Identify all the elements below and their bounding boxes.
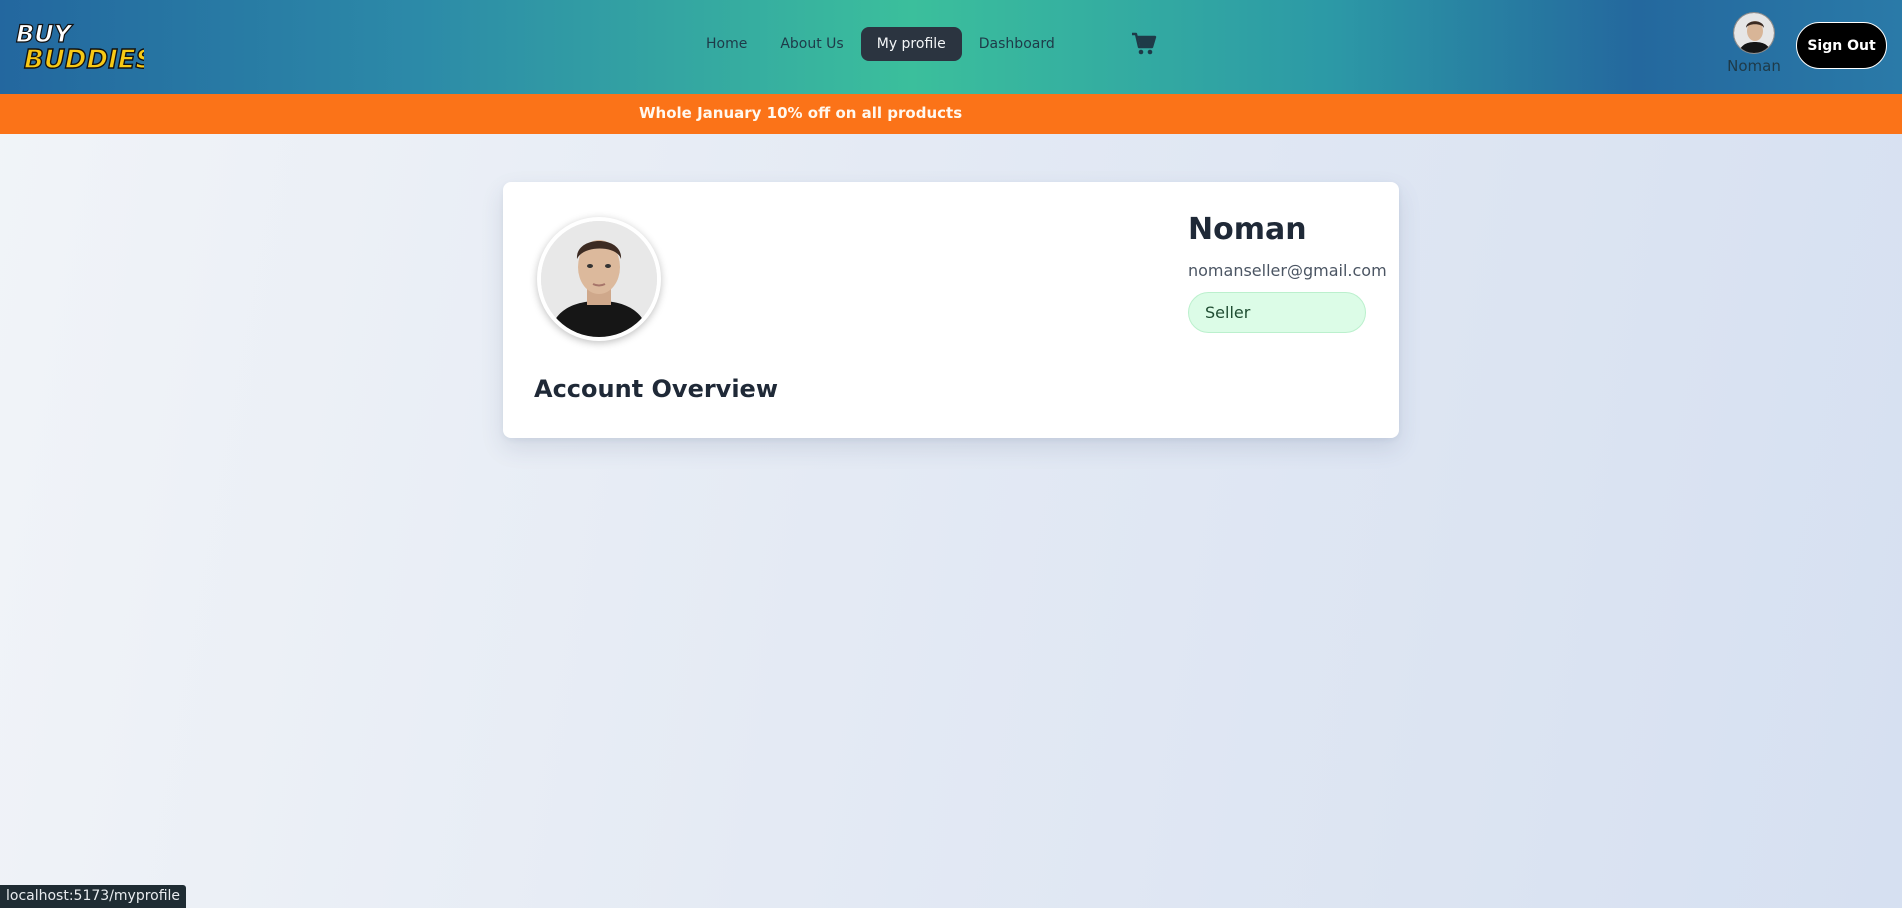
profile-card: Account Overview Noman nomanseller@gmail…: [503, 182, 1399, 438]
browser-status-url: localhost:5173/myprofile: [0, 885, 187, 908]
profile-info: Noman nomanseller@gmail.com Seller: [1188, 212, 1387, 333]
promo-text: Whole January 10% off on all products: [639, 104, 963, 122]
account-overview-heading: Account Overview: [534, 375, 778, 403]
profile-name: Noman: [1188, 212, 1307, 247]
nav-home[interactable]: Home: [690, 27, 763, 61]
user-menu[interactable]: Noman: [1726, 12, 1782, 75]
sign-out-button[interactable]: Sign Out: [1796, 22, 1887, 69]
nav-dashboard[interactable]: Dashboard: [963, 27, 1071, 61]
logo-word-buy: BUY: [16, 20, 74, 48]
nav-my-profile[interactable]: My profile: [860, 27, 962, 61]
buy-buddies-logo[interactable]: BUY BUDDIES: [14, 20, 144, 72]
logo-graphic: BUY BUDDIES: [15, 20, 144, 72]
top-navbar: BUY BUDDIES Home About Us My profile Das…: [0, 0, 1902, 94]
promo-banner: Whole January 10% off on all products: [0, 94, 1902, 134]
logo-word-buddies: BUDDIES: [24, 45, 144, 72]
user-name-label: Noman: [1727, 57, 1781, 75]
cart-icon[interactable]: [1131, 32, 1157, 56]
profile-email: nomanseller@gmail.com: [1188, 261, 1387, 280]
profile-avatar: [537, 217, 661, 341]
nav-about-us[interactable]: About Us: [764, 27, 859, 61]
role-badge: Seller: [1188, 292, 1366, 333]
avatar[interactable]: [1733, 12, 1775, 54]
main-nav: Home About Us My profile Dashboard: [690, 26, 1072, 62]
